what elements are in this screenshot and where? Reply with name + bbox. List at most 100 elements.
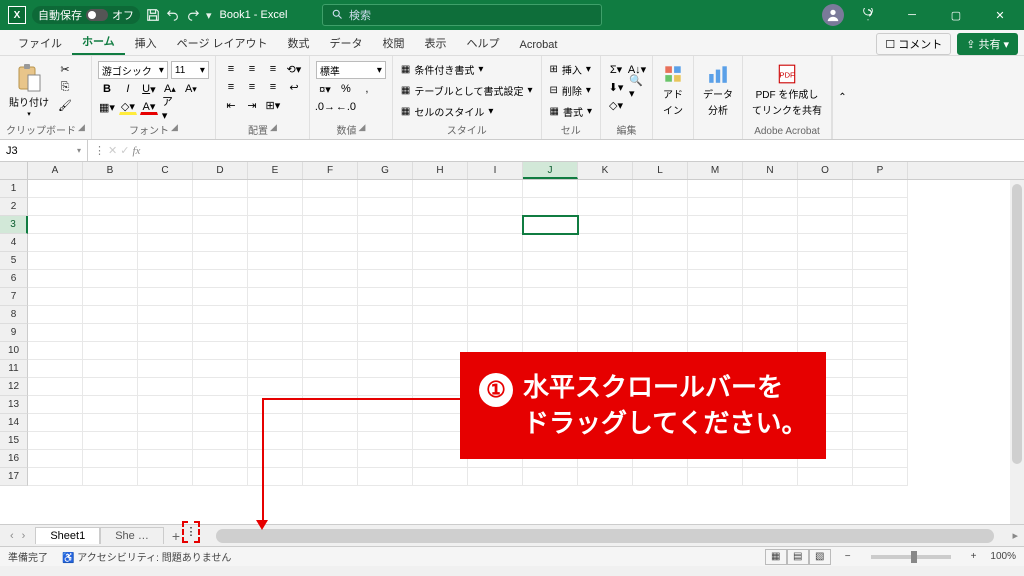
dialog-launcher-icon[interactable]: ◢	[270, 122, 277, 137]
sheet-nav-prev-icon[interactable]: ‹	[10, 530, 14, 542]
cell[interactable]	[523, 234, 578, 252]
cell[interactable]	[743, 270, 798, 288]
cell[interactable]	[523, 198, 578, 216]
cell[interactable]	[248, 324, 303, 342]
cell[interactable]	[83, 450, 138, 468]
cell[interactable]	[798, 252, 853, 270]
column-header[interactable]: F	[303, 162, 358, 179]
cell[interactable]	[413, 288, 468, 306]
cell[interactable]	[193, 216, 248, 234]
cell[interactable]	[853, 378, 908, 396]
cell[interactable]	[523, 216, 578, 234]
minimize-button[interactable]: ─	[892, 0, 932, 30]
row-header[interactable]: 5	[0, 252, 28, 270]
cell[interactable]	[358, 342, 413, 360]
cell[interactable]	[853, 306, 908, 324]
cell[interactable]	[413, 270, 468, 288]
cell[interactable]	[413, 306, 468, 324]
qat-customize-icon[interactable]: ▾	[206, 9, 212, 22]
wrap-text-icon[interactable]: ↩	[285, 79, 303, 95]
tab-insert[interactable]: 挿入	[125, 31, 167, 55]
data-analysis-button[interactable]: データ分析	[700, 61, 736, 119]
cell[interactable]	[193, 288, 248, 306]
row-header[interactable]: 9	[0, 324, 28, 342]
cell[interactable]	[523, 270, 578, 288]
cell[interactable]	[83, 378, 138, 396]
cell[interactable]	[193, 360, 248, 378]
percent-icon[interactable]: %	[337, 81, 355, 97]
cell[interactable]	[83, 468, 138, 486]
cell[interactable]	[468, 306, 523, 324]
cell[interactable]	[413, 468, 468, 486]
cell[interactable]	[688, 288, 743, 306]
save-icon[interactable]	[146, 8, 160, 22]
fx-icon[interactable]: fx	[132, 145, 140, 157]
cell[interactable]	[193, 234, 248, 252]
sheet-tab-2[interactable]: She …	[100, 527, 164, 544]
select-all-corner[interactable]	[0, 162, 28, 179]
column-header[interactable]: I	[468, 162, 523, 179]
cell[interactable]	[28, 450, 83, 468]
fill-color-icon[interactable]: ◇▾	[119, 99, 137, 115]
cell[interactable]	[798, 270, 853, 288]
cell[interactable]	[578, 216, 633, 234]
cell[interactable]	[303, 288, 358, 306]
cell[interactable]	[138, 180, 193, 198]
cell[interactable]	[688, 324, 743, 342]
find-icon[interactable]: 🔍▾	[628, 79, 646, 95]
cell[interactable]	[468, 324, 523, 342]
align-top-icon[interactable]: ≡	[222, 61, 240, 77]
column-header[interactable]: N	[743, 162, 798, 179]
orientation-icon[interactable]: ⟲▾	[285, 61, 303, 77]
cell[interactable]	[853, 270, 908, 288]
column-header[interactable]: H	[413, 162, 468, 179]
cell[interactable]	[28, 198, 83, 216]
cell[interactable]	[853, 324, 908, 342]
cell[interactable]	[138, 216, 193, 234]
cell[interactable]	[28, 414, 83, 432]
phonetic-icon[interactable]: ア▾	[161, 99, 179, 115]
row-header[interactable]: 7	[0, 288, 28, 306]
cell[interactable]	[633, 198, 688, 216]
align-right-icon[interactable]: ≡	[264, 79, 282, 95]
cell[interactable]	[358, 324, 413, 342]
cell[interactable]	[523, 468, 578, 486]
cell[interactable]	[303, 198, 358, 216]
cell[interactable]	[853, 216, 908, 234]
zoom-in-icon[interactable]: +	[971, 551, 977, 562]
cell[interactable]	[83, 270, 138, 288]
row-header[interactable]: 2	[0, 198, 28, 216]
cell[interactable]	[303, 180, 358, 198]
hscroll-thumb[interactable]	[216, 529, 994, 543]
cell[interactable]	[358, 180, 413, 198]
cell[interactable]	[138, 324, 193, 342]
cell[interactable]	[193, 450, 248, 468]
zoom-slider[interactable]	[871, 555, 951, 559]
cell[interactable]	[193, 306, 248, 324]
cell[interactable]	[853, 198, 908, 216]
cell[interactable]	[28, 468, 83, 486]
cell[interactable]	[413, 324, 468, 342]
cell[interactable]	[358, 270, 413, 288]
collapse-ribbon-icon[interactable]: ⌃	[832, 56, 852, 139]
cell[interactable]	[358, 414, 413, 432]
page-break-view-icon[interactable]: ▧	[809, 549, 831, 565]
cell[interactable]	[468, 468, 523, 486]
cell[interactable]	[358, 234, 413, 252]
cell[interactable]	[83, 198, 138, 216]
cell[interactable]	[248, 414, 303, 432]
cell[interactable]	[303, 378, 358, 396]
cell[interactable]	[468, 198, 523, 216]
indent-increase-icon[interactable]: ⇥	[243, 97, 261, 113]
tab-acrobat[interactable]: Acrobat	[510, 35, 568, 55]
cell[interactable]	[688, 270, 743, 288]
cell[interactable]	[193, 342, 248, 360]
tab-help[interactable]: ヘルプ	[457, 31, 510, 55]
cell[interactable]	[853, 288, 908, 306]
cell[interactable]	[138, 252, 193, 270]
cell[interactable]	[358, 432, 413, 450]
tab-formulas[interactable]: 数式	[278, 31, 320, 55]
column-header[interactable]: O	[798, 162, 853, 179]
sheet-nav-next-icon[interactable]: ›	[22, 530, 26, 542]
cell[interactable]	[578, 180, 633, 198]
